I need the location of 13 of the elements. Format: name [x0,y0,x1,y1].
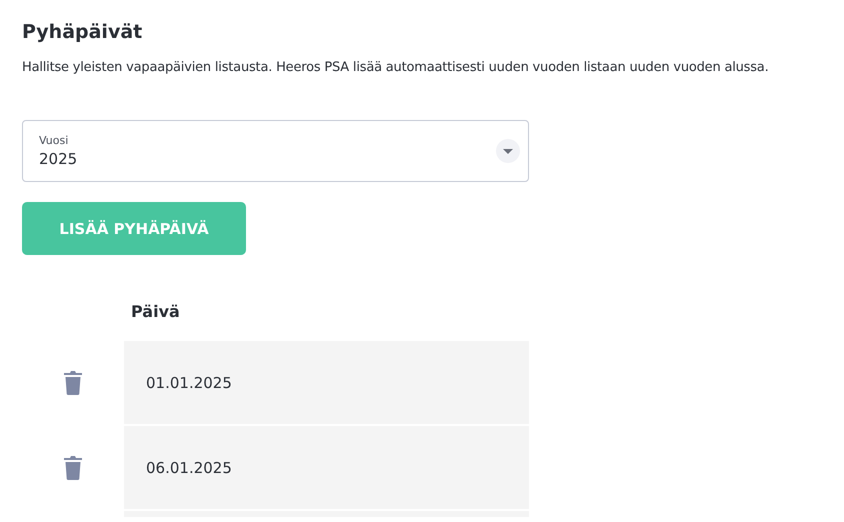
page-description: Hallitse yleisten vapaapäivien listausta. Heeros PSA lisää automaattisesti uuden vuoden listaan uuden vuoden alussa. [22,59,770,77]
year-select[interactable]: Vuosi 2025 [22,120,529,182]
page-title: Pyhäpäivät [22,20,144,45]
delete-button[interactable] [63,455,83,480]
table-cell: 01.01.2025 [124,341,529,424]
table-cell: 06.01.2025 [124,426,529,509]
field-value: 2025 [39,150,78,168]
trash-icon [63,370,83,395]
trash-icon [63,455,83,480]
delete-button[interactable] [63,370,83,395]
field-label: Vuosi [39,134,70,147]
column-header-text: Päivä [131,302,180,321]
caret-icon[interactable] [496,139,520,163]
